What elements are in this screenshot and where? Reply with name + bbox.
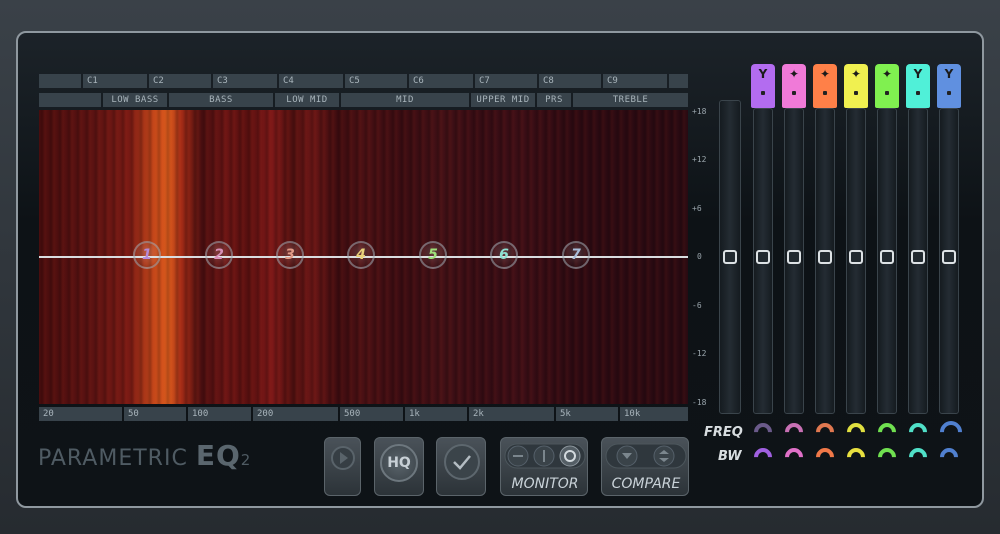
play-icon — [331, 446, 355, 470]
band-handle-5[interactable]: 5 — [419, 241, 447, 269]
band-handle-6[interactable]: 6 — [490, 241, 518, 269]
compare-icons — [605, 443, 687, 469]
hq-button[interactable]: HQ — [374, 437, 424, 496]
range-label: BASS — [169, 93, 273, 107]
indicator-dot — [947, 91, 951, 95]
range-label: LOW MID — [275, 93, 339, 107]
band-number: 3 — [285, 247, 295, 263]
note-label: C1 — [83, 74, 147, 88]
range-label: PRS — [537, 93, 571, 107]
freq-label: 500 — [340, 407, 403, 421]
master-gain-knob[interactable] — [723, 250, 737, 264]
note-label: C6 — [409, 74, 473, 88]
freq-label: 50 — [124, 407, 186, 421]
band-6-gain-knob[interactable] — [911, 250, 925, 264]
band-number: 1 — [142, 247, 152, 263]
compare-group: COMPARE — [601, 437, 689, 496]
freq-label: 5k — [556, 407, 618, 421]
range-label: MID — [341, 93, 469, 107]
note-label: C4 — [279, 74, 343, 88]
band-1-type-button[interactable]: Y — [751, 64, 775, 108]
bw-label: BW — [718, 449, 742, 464]
band-4-type-button[interactable]: ✦ — [844, 64, 868, 108]
play-button[interactable] — [324, 437, 361, 496]
db-label: -12 — [692, 349, 707, 358]
brand-logo: PARAMETRIC EQ2 — [38, 439, 251, 472]
db-label: -6 — [692, 301, 702, 310]
db-label: 0 — [697, 252, 702, 261]
freq-label: 1k — [405, 407, 467, 421]
monitor-group: MONITOR — [500, 437, 588, 496]
db-label: +12 — [692, 155, 707, 164]
indicator-dot — [761, 91, 765, 95]
band-handle-3[interactable]: 3 — [276, 241, 304, 269]
check-icon — [444, 444, 480, 480]
range-label: LOW BASS — [103, 93, 167, 107]
band-number: 4 — [356, 247, 366, 263]
band-7-type-button[interactable]: Y — [937, 64, 961, 108]
band-number: 6 — [499, 247, 509, 263]
note-label: C9 — [603, 74, 667, 88]
range-label: UPPER MID — [471, 93, 535, 107]
band-2-type-button[interactable]: ✦ — [782, 64, 806, 108]
note-label-blank — [669, 74, 688, 88]
peak-icon: ✦ — [788, 67, 800, 81]
band-1-gain-knob[interactable] — [756, 250, 770, 264]
freq-label: 100 — [188, 407, 251, 421]
band-2-gain-knob[interactable] — [787, 250, 801, 264]
freq-label: 2k — [469, 407, 554, 421]
freq-label: 10k — [620, 407, 688, 421]
band-handle-7[interactable]: 7 — [562, 241, 590, 269]
peak-icon: ✦ — [850, 67, 862, 81]
band-5-gain-knob[interactable] — [880, 250, 894, 264]
freq-label: FREQ — [704, 425, 743, 440]
plugin-window: C1 C2 C3 C4 C5 C6 C7 C8 C9 LOW BASS BASS… — [0, 0, 1000, 534]
band-3-type-button[interactable]: ✦ — [813, 64, 837, 108]
indicator-dot — [885, 91, 889, 95]
band-number: 5 — [428, 247, 438, 263]
highcut-icon: Y — [944, 67, 954, 81]
note-label: C7 — [475, 74, 537, 88]
band-handle-2[interactable]: 2 — [205, 241, 233, 269]
band-6-type-button[interactable]: Y — [906, 64, 930, 108]
note-label: C3 — [213, 74, 277, 88]
band-3-gain-knob[interactable] — [818, 250, 832, 264]
band-4-gain-knob[interactable] — [849, 250, 863, 264]
band-number: 2 — [214, 247, 224, 263]
note-label: C2 — [149, 74, 211, 88]
band-7-gain-knob[interactable] — [942, 250, 956, 264]
band-handle-1[interactable]: 1 — [133, 241, 161, 269]
freq-label: 200 — [253, 407, 338, 421]
compare-label: COMPARE — [611, 476, 681, 492]
indicator-dot — [854, 91, 858, 95]
db-label: +6 — [692, 204, 702, 213]
monitor-icons — [504, 443, 586, 469]
db-label: +18 — [692, 107, 707, 116]
freq-label: 20 — [39, 407, 122, 421]
range-label: TREBLE — [573, 93, 688, 107]
monitor-label: MONITOR — [511, 476, 579, 492]
spectrum-display[interactable]: 1 2 3 4 5 6 7 — [39, 110, 688, 404]
highshelf-icon: Y — [913, 67, 923, 81]
indicator-dot — [823, 91, 827, 95]
note-label-blank — [39, 74, 81, 88]
confirm-button[interactable] — [436, 437, 486, 496]
peak-icon: ✦ — [819, 67, 831, 81]
band-number: 7 — [571, 247, 581, 263]
range-label-blank — [39, 93, 101, 107]
note-label: C8 — [539, 74, 601, 88]
brand-eq: EQ — [195, 439, 241, 472]
band-handle-4[interactable]: 4 — [347, 241, 375, 269]
db-label: -18 — [692, 398, 707, 407]
brand-version: 2 — [240, 451, 252, 469]
indicator-dot — [916, 91, 920, 95]
brand-name: PARAMETRIC — [38, 446, 188, 471]
lowcut-icon: Y — [758, 67, 768, 81]
hq-label: HQ — [380, 444, 418, 482]
note-label: C5 — [345, 74, 407, 88]
indicator-dot — [792, 91, 796, 95]
peak-icon: ✦ — [881, 67, 893, 81]
band-5-type-button[interactable]: ✦ — [875, 64, 899, 108]
